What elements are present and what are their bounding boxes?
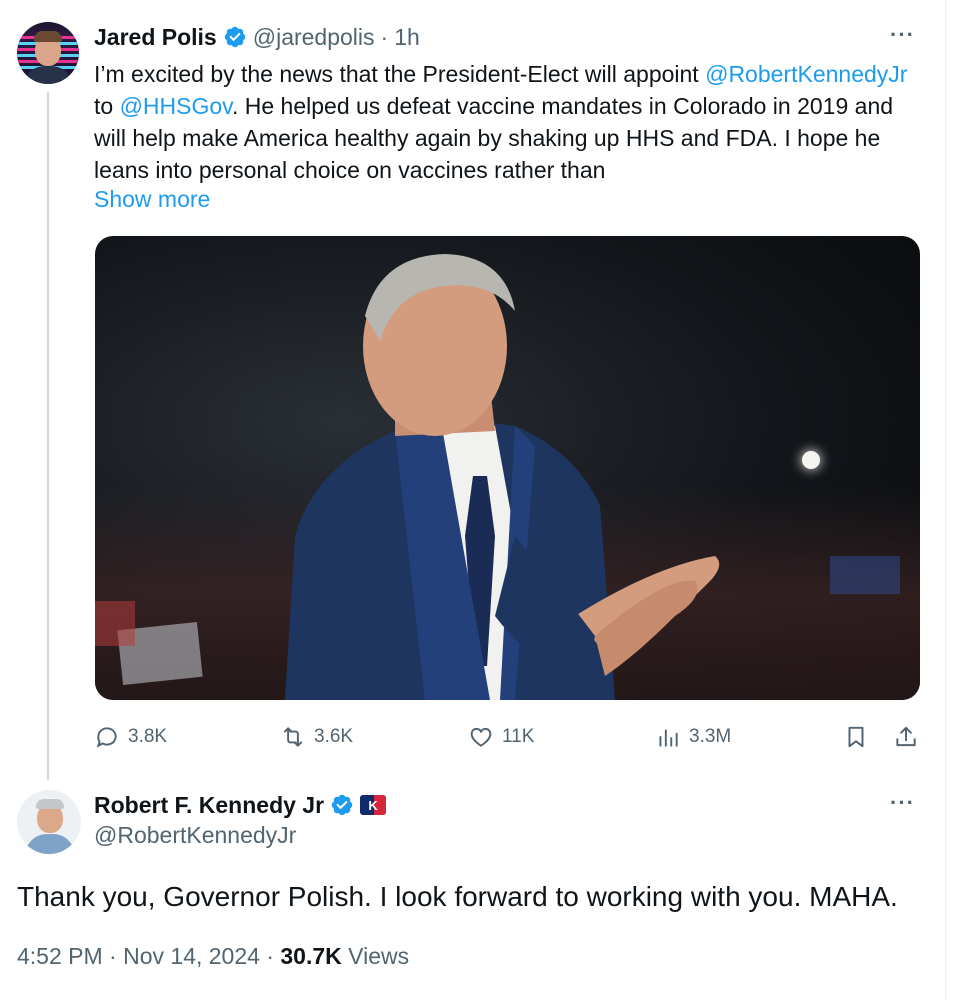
tweet-photo[interactable] bbox=[95, 236, 920, 700]
repost-button[interactable]: 3.6K bbox=[280, 722, 353, 752]
photo-person-silhouette bbox=[285, 254, 720, 700]
bookmark-button[interactable] bbox=[843, 722, 869, 752]
repost-count: 3.6K bbox=[314, 726, 354, 747]
reply-icon bbox=[96, 727, 117, 748]
views-label: Views bbox=[348, 943, 410, 969]
tweet-header: Jared Polis @jaredpolis · 1h bbox=[94, 22, 420, 52]
tweet-date[interactable]: Nov 14, 2024 bbox=[123, 943, 260, 969]
views-button[interactable]: 3.3M bbox=[655, 722, 731, 752]
mention-link[interactable]: @HHSGov bbox=[120, 93, 232, 119]
verified-badge-icon bbox=[331, 794, 353, 816]
author-name[interactable]: Robert F. Kennedy Jr bbox=[94, 792, 324, 819]
share-icon bbox=[896, 726, 916, 747]
separator-dot: · bbox=[380, 23, 389, 50]
timeline-border bbox=[945, 0, 946, 1000]
like-icon bbox=[470, 727, 492, 747]
tweet-text-part: to bbox=[94, 93, 120, 119]
bookmark-icon bbox=[848, 726, 864, 748]
reply-count: 3.8K bbox=[128, 726, 168, 747]
separator-dot: · bbox=[109, 943, 117, 969]
author-name[interactable]: Jared Polis bbox=[94, 24, 217, 51]
more-options-button[interactable]: ··· bbox=[890, 22, 915, 48]
tweet-time[interactable]: 4:52 PM bbox=[17, 943, 103, 969]
affiliate-badge-icon[interactable]: K bbox=[360, 795, 387, 815]
tweet-text: Thank you, Governor Polish. I look forwa… bbox=[17, 881, 898, 912]
tweet-metadata: 4:52 PM · Nov 14, 2024 · 30.7K Views bbox=[17, 943, 409, 970]
reply-button[interactable]: 3.8K bbox=[94, 722, 167, 752]
tweet-text-part: I’m excited by the news that the Preside… bbox=[94, 61, 706, 87]
thread-connector-line bbox=[47, 92, 49, 780]
like-button[interactable]: 11K bbox=[468, 722, 534, 752]
tweet-action-bar: 3.8K 3.6K 11K 3.3M bbox=[0, 722, 972, 752]
like-count: 11K bbox=[502, 726, 535, 747]
author-handle[interactable]: @RobertKennedyJr bbox=[94, 822, 296, 849]
author-handle[interactable]: @jaredpolis bbox=[253, 24, 375, 51]
tweet-header: Robert F. Kennedy Jr K bbox=[94, 790, 387, 820]
affiliate-badge-label: K bbox=[368, 797, 378, 813]
more-options-button[interactable]: ··· bbox=[890, 790, 915, 816]
views-count[interactable]: 30.7K bbox=[280, 943, 341, 969]
avatar-jared-polis[interactable] bbox=[17, 22, 79, 84]
avatar-robert-kennedy-jr[interactable] bbox=[17, 790, 81, 854]
verified-badge-icon bbox=[224, 26, 245, 48]
tweet-text: I’m excited by the news that the Preside… bbox=[94, 58, 924, 186]
views-count: 3.3M bbox=[689, 726, 732, 747]
separator-dot: · bbox=[266, 943, 274, 969]
share-button[interactable] bbox=[893, 722, 919, 752]
timestamp[interactable]: 1h bbox=[394, 24, 420, 51]
show-more-link[interactable]: Show more bbox=[94, 186, 210, 213]
repost-icon bbox=[283, 727, 303, 747]
mention-link[interactable]: @RobertKennedyJr bbox=[705, 61, 907, 87]
views-icon bbox=[659, 729, 678, 747]
